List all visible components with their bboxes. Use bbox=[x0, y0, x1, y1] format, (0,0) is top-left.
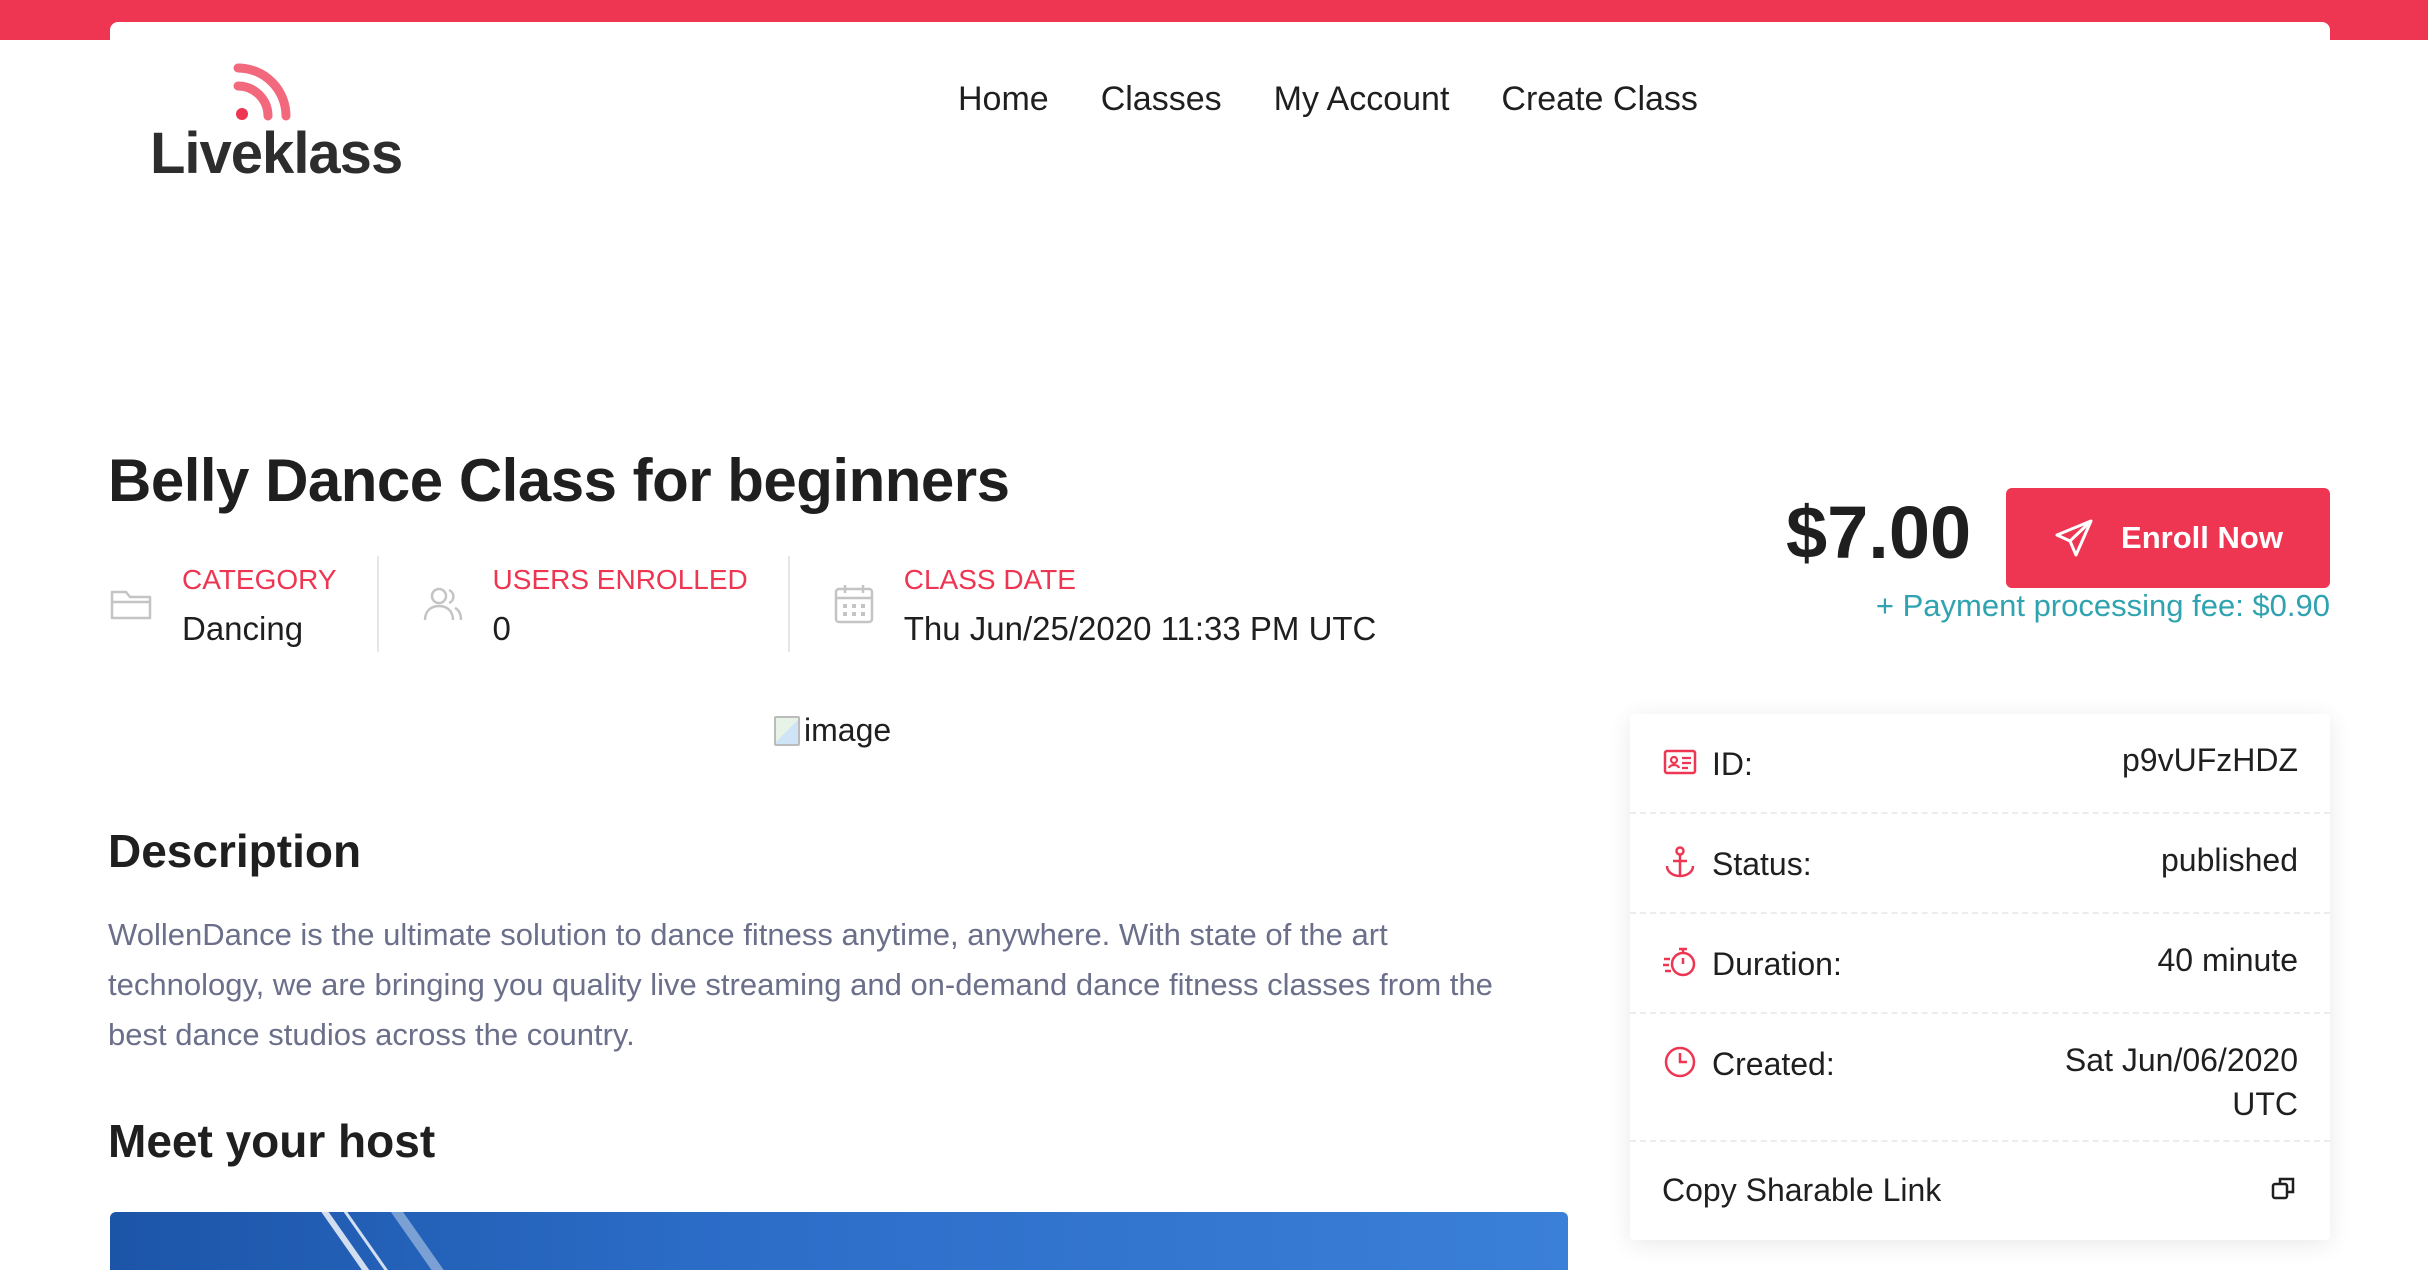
class-price: $7.00 bbox=[1786, 491, 1972, 574]
detail-value: published bbox=[2161, 842, 2298, 878]
detail-row-duration: Duration: 40 minute bbox=[1630, 914, 2330, 1014]
meta-value: 0 bbox=[492, 610, 511, 647]
copy-link-row[interactable]: Copy Sharable Link bbox=[1630, 1142, 2330, 1240]
banner-streak bbox=[386, 1212, 464, 1270]
detail-label: Status: bbox=[1712, 846, 1812, 882]
image-alt-text: image bbox=[804, 712, 892, 748]
main-nav: Home Classes My Account Create Class bbox=[958, 80, 1698, 119]
id-card-icon bbox=[1663, 749, 1697, 775]
nav-create-class[interactable]: Create Class bbox=[1501, 80, 1698, 119]
meta-label: CLASS DATE bbox=[903, 564, 1076, 595]
detail-row-id: ID: p9vUFzHDZ bbox=[1630, 714, 2330, 814]
meta-category: CATEGORY Dancing bbox=[108, 556, 379, 652]
copy-link-label[interactable]: Copy Sharable Link bbox=[1662, 1172, 1941, 1209]
detail-row-status: Status: published bbox=[1630, 814, 2330, 914]
detail-value: 40 minute bbox=[2157, 942, 2298, 978]
users-icon bbox=[423, 587, 462, 621]
detail-row-created: Created: Sat Jun/06/2020 UTC bbox=[1630, 1014, 2330, 1142]
description-heading: Description bbox=[108, 825, 362, 877]
meta-class-date: CLASS DATE Thu Jun/25/2020 11:33 PM UTC bbox=[830, 556, 1417, 652]
meta-value: Thu Jun/25/2020 11:33 PM UTC bbox=[903, 610, 1377, 647]
host-heading: Meet your host bbox=[108, 1115, 436, 1167]
meta-label: CATEGORY bbox=[182, 564, 337, 595]
stopwatch-icon bbox=[1663, 947, 1696, 977]
meta-label: USERS ENROLLED bbox=[492, 564, 748, 595]
nav-my-account[interactable]: My Account bbox=[1274, 80, 1450, 119]
host-banner-image bbox=[110, 1212, 1568, 1270]
broken-image-icon bbox=[774, 715, 800, 746]
detail-label: Created: bbox=[1712, 1046, 1835, 1082]
copy-icon[interactable] bbox=[2270, 1174, 2298, 1202]
meta-value: Dancing bbox=[182, 610, 304, 647]
nav-classes[interactable]: Classes bbox=[1101, 80, 1222, 119]
detail-value: Sat Jun/06/2020 UTC bbox=[2064, 1042, 2298, 1122]
class-meta: CATEGORY Dancing USERS ENROLLED 0 CLASS … bbox=[108, 556, 1456, 652]
description-text: WollenDance is the ultimate solution to … bbox=[108, 917, 1493, 1052]
processing-fee: + Payment processing fee: $0.90 bbox=[1875, 588, 2330, 623]
class-title: Belly Dance Class for beginners bbox=[108, 447, 1010, 514]
detail-label: ID: bbox=[1712, 746, 1753, 782]
send-icon bbox=[2055, 519, 2093, 557]
class-image: image bbox=[774, 712, 891, 749]
class-details-card: ID: p9vUFzHDZ Status: published Duration… bbox=[1630, 714, 2330, 1240]
site-header: Liveklass Home Classes My Account Create… bbox=[110, 22, 2330, 222]
enroll-label: Enroll Now bbox=[2121, 520, 2283, 555]
anchor-icon bbox=[1665, 846, 1695, 878]
folder-icon bbox=[110, 590, 152, 620]
detail-label: Duration: bbox=[1712, 946, 1842, 982]
logo-wordmark: Liveklass bbox=[150, 121, 403, 186]
meta-users-enrolled: USERS ENROLLED 0 bbox=[419, 556, 790, 652]
clock-icon bbox=[1664, 1046, 1696, 1078]
enroll-now-button[interactable]: Enroll Now bbox=[2006, 488, 2330, 588]
nav-home[interactable]: Home bbox=[958, 80, 1049, 119]
calendar-icon bbox=[834, 585, 873, 624]
detail-value: p9vUFzHDZ bbox=[2121, 742, 2298, 778]
liveklass-logo[interactable]: Liveklass bbox=[146, 58, 406, 186]
